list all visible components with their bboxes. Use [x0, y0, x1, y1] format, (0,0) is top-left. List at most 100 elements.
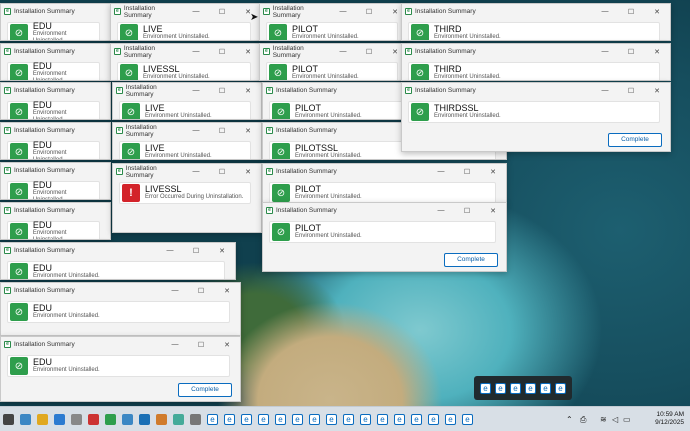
minimize-button[interactable]: — — [183, 168, 209, 176]
close-button[interactable]: ✕ — [209, 247, 235, 255]
taskbar-installer-icon[interactable]: e — [411, 413, 422, 425]
installation-summary-window[interactable]: e Installation Summary — ☐ ✕ ⊘ THIRD Environm… — [401, 3, 671, 41]
printer-icon[interactable]: ⎙ — [580, 415, 586, 425]
preview-app-icon[interactable]: e — [555, 382, 566, 394]
title-bar[interactable]: eInstallation Summary—☐✕ — [1, 243, 235, 258]
maximize-button[interactable]: ☐ — [618, 48, 644, 56]
taskbar-installer-icon[interactable]: e — [207, 413, 218, 425]
preview-app-icon[interactable]: e — [495, 382, 506, 394]
tray-chevron-icon[interactable]: ⌃ — [566, 415, 573, 424]
minimize-button[interactable]: — — [428, 168, 454, 176]
preview-app-icon[interactable]: e — [510, 382, 521, 394]
taskbar-app-icon[interactable] — [156, 413, 167, 425]
taskbar-app-icon[interactable] — [20, 413, 31, 425]
close-button[interactable]: ✕ — [644, 48, 670, 56]
minimize-button[interactable]: — — [183, 8, 209, 16]
taskbar-installer-icon[interactable]: e — [275, 413, 286, 425]
maximize-button[interactable]: ☐ — [188, 341, 214, 349]
minimize-button[interactable]: — — [157, 247, 183, 255]
taskbar-installer-icon[interactable]: e — [224, 413, 235, 425]
title-bar[interactable]: eInstallation Summary—☐✕ — [1, 283, 240, 298]
installation-summary-window[interactable]: e Installation Summary — ☐ ✕ ⊘ LIVE Environme… — [112, 122, 262, 160]
maximize-button[interactable]: ☐ — [618, 8, 644, 16]
close-button[interactable]: ✕ — [214, 341, 240, 349]
title-bar[interactable]: eInstallation Summary—☐✕ — [260, 44, 408, 59]
title-bar[interactable]: eInstallation Summary—☐✕ — [111, 4, 261, 19]
title-bar[interactable]: eInstallation Summary—☐✕ — [402, 83, 670, 98]
installation-summary-window[interactable]: e Installation Summary ⊘ EDU Environment U… — [0, 202, 111, 240]
installation-summary-window[interactable]: e Installation Summary — ☐ ✕ ⊘ LIVESSL Enviro… — [110, 43, 262, 81]
close-button[interactable]: ✕ — [235, 127, 261, 135]
minimize-button[interactable]: — — [162, 341, 188, 349]
taskbar-app-icon[interactable] — [139, 413, 150, 425]
taskbar-app-icon[interactable] — [54, 413, 65, 425]
maximize-button[interactable]: ☐ — [356, 48, 382, 56]
taskbar-installer-icon[interactable]: e — [445, 413, 456, 425]
taskbar-app-icon[interactable] — [37, 413, 48, 425]
installation-summary-window[interactable]: e Installation Summary — ☐ ✕ ⊘ THIRD Environm… — [401, 43, 671, 81]
title-bar[interactable]: eInstallation Summary—☐✕ — [402, 4, 670, 19]
close-button[interactable]: ✕ — [235, 48, 261, 56]
minimize-button[interactable]: — — [428, 207, 454, 215]
taskbar-installer-icon[interactable]: e — [326, 413, 337, 425]
installation-summary-window[interactable]: e Installation Summary — ☐ ✕ ⊘ EDU Environmen… — [0, 242, 236, 280]
maximize-button[interactable]: ☐ — [454, 168, 480, 176]
complete-button[interactable]: Complete — [178, 383, 232, 397]
taskbar-preview-strip[interactable]: eeeeee — [474, 376, 572, 400]
minimize-button[interactable]: — — [183, 127, 209, 135]
taskbar-app-icon[interactable] — [105, 413, 116, 425]
maximize-button[interactable]: ☐ — [356, 8, 382, 16]
maximize-button[interactable]: ☐ — [618, 87, 644, 95]
installation-summary-window[interactable]: e Installation Summary — ☐ ✕! LIVESSL Error … — [112, 163, 262, 233]
preview-app-icon[interactable]: e — [480, 382, 491, 394]
minimize-button[interactable]: — — [592, 87, 618, 95]
title-bar[interactable]: eInstallation Summary—☐✕ — [113, 164, 261, 179]
minimize-button[interactable]: — — [183, 87, 209, 95]
taskbar-installer-icon[interactable]: e — [258, 413, 269, 425]
installation-summary-window[interactable]: e Installation Summary ⊘ EDU Environment U… — [0, 3, 111, 41]
close-button[interactable]: ✕ — [644, 8, 670, 16]
installation-summary-window[interactable]: e Installation Summary ⊘ EDU Environment U… — [0, 43, 111, 81]
maximize-button[interactable]: ☐ — [183, 247, 209, 255]
minimize-button[interactable]: — — [592, 48, 618, 56]
title-bar[interactable]: e Installation Summary — [1, 4, 110, 19]
preview-app-icon[interactable]: e — [525, 382, 536, 394]
volume-icon[interactable]: ◁ — [612, 415, 618, 424]
title-bar[interactable]: eInstallation Summary—☐✕ — [263, 164, 506, 179]
taskbar-installer-icon[interactable]: e — [309, 413, 320, 425]
title-bar[interactable]: e Installation Summary — [1, 163, 110, 178]
taskbar-installer-icon[interactable]: e — [462, 413, 473, 425]
title-bar[interactable]: eInstallation Summary—☐✕ — [113, 83, 261, 98]
complete-button[interactable]: Complete — [608, 133, 662, 147]
taskbar-installer-icon[interactable]: e — [360, 413, 371, 425]
close-button[interactable]: ✕ — [214, 287, 240, 295]
installation-summary-window[interactable]: eInstallation Summary —☐✕ ⊘ PILOT Environm… — [262, 202, 507, 272]
taskbar-installer-icon[interactable]: e — [241, 413, 252, 425]
title-bar[interactable]: e Installation Summary — [1, 83, 110, 98]
title-bar[interactable]: e Installation Summary — [1, 44, 110, 59]
battery-icon[interactable]: ▭ — [623, 415, 631, 424]
taskbar-installer-icon[interactable]: e — [428, 413, 439, 425]
maximize-button[interactable]: ☐ — [209, 168, 235, 176]
maximize-button[interactable]: ☐ — [209, 87, 235, 95]
taskbar-app-icon[interactable] — [190, 413, 201, 425]
taskbar-app-icon[interactable] — [122, 413, 133, 425]
taskbar-app-icon[interactable] — [3, 413, 14, 425]
minimize-button[interactable]: — — [183, 48, 209, 56]
minimize-button[interactable]: — — [162, 287, 188, 295]
minimize-button[interactable]: — — [592, 8, 618, 16]
maximize-button[interactable]: ☐ — [188, 287, 214, 295]
installation-summary-window[interactable]: e Installation Summary ⊘ EDU Environment U… — [0, 82, 111, 120]
maximize-button[interactable]: ☐ — [454, 207, 480, 215]
title-bar[interactable]: eInstallation Summary—☐✕ — [1, 337, 240, 352]
taskbar-installer-icon[interactable]: e — [343, 413, 354, 425]
taskbar-app-icon[interactable] — [71, 413, 82, 425]
installation-summary-window[interactable]: e Installation Summary — ☐ ✕ ⊘ EDU Environmen… — [0, 336, 241, 402]
wifi-icon[interactable]: ≋ — [600, 415, 607, 424]
installation-summary-window[interactable]: e Installation Summary — ☐ ✕ ⊘ LIVE Environme… — [112, 82, 262, 120]
installation-summary-window[interactable]: eInstallation Summary —☐✕ ⊘ PILOT Environm… — [262, 163, 507, 203]
installation-summary-window[interactable]: e Installation Summary — ☐ ✕ ⊘ THIRDSSL Envir… — [401, 82, 671, 152]
title-bar[interactable]: eInstallation Summary—☐✕ — [402, 44, 670, 59]
preview-app-icon[interactable]: e — [540, 382, 551, 394]
title-bar[interactable]: eInstallation Summary—☐✕ — [263, 203, 506, 218]
